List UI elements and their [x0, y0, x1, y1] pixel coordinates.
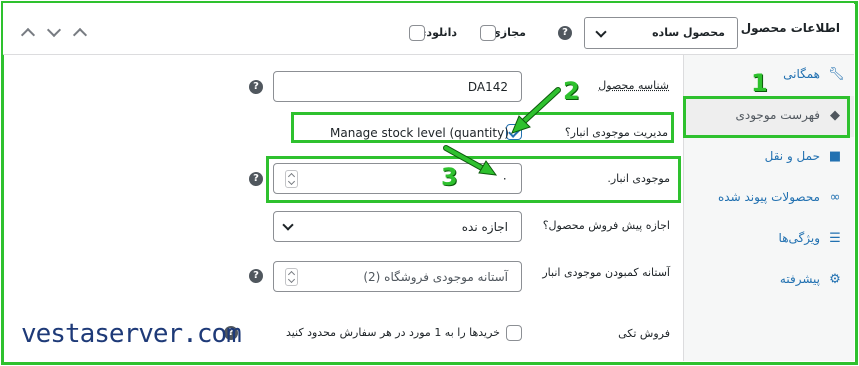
step-number-1: 1 — [751, 69, 768, 97]
arrow-to-checkbox — [511, 87, 561, 134]
step-number-3: 3 — [441, 163, 458, 191]
annotation-arrows — [443, 87, 561, 176]
step-number-2: 2 — [563, 77, 580, 105]
